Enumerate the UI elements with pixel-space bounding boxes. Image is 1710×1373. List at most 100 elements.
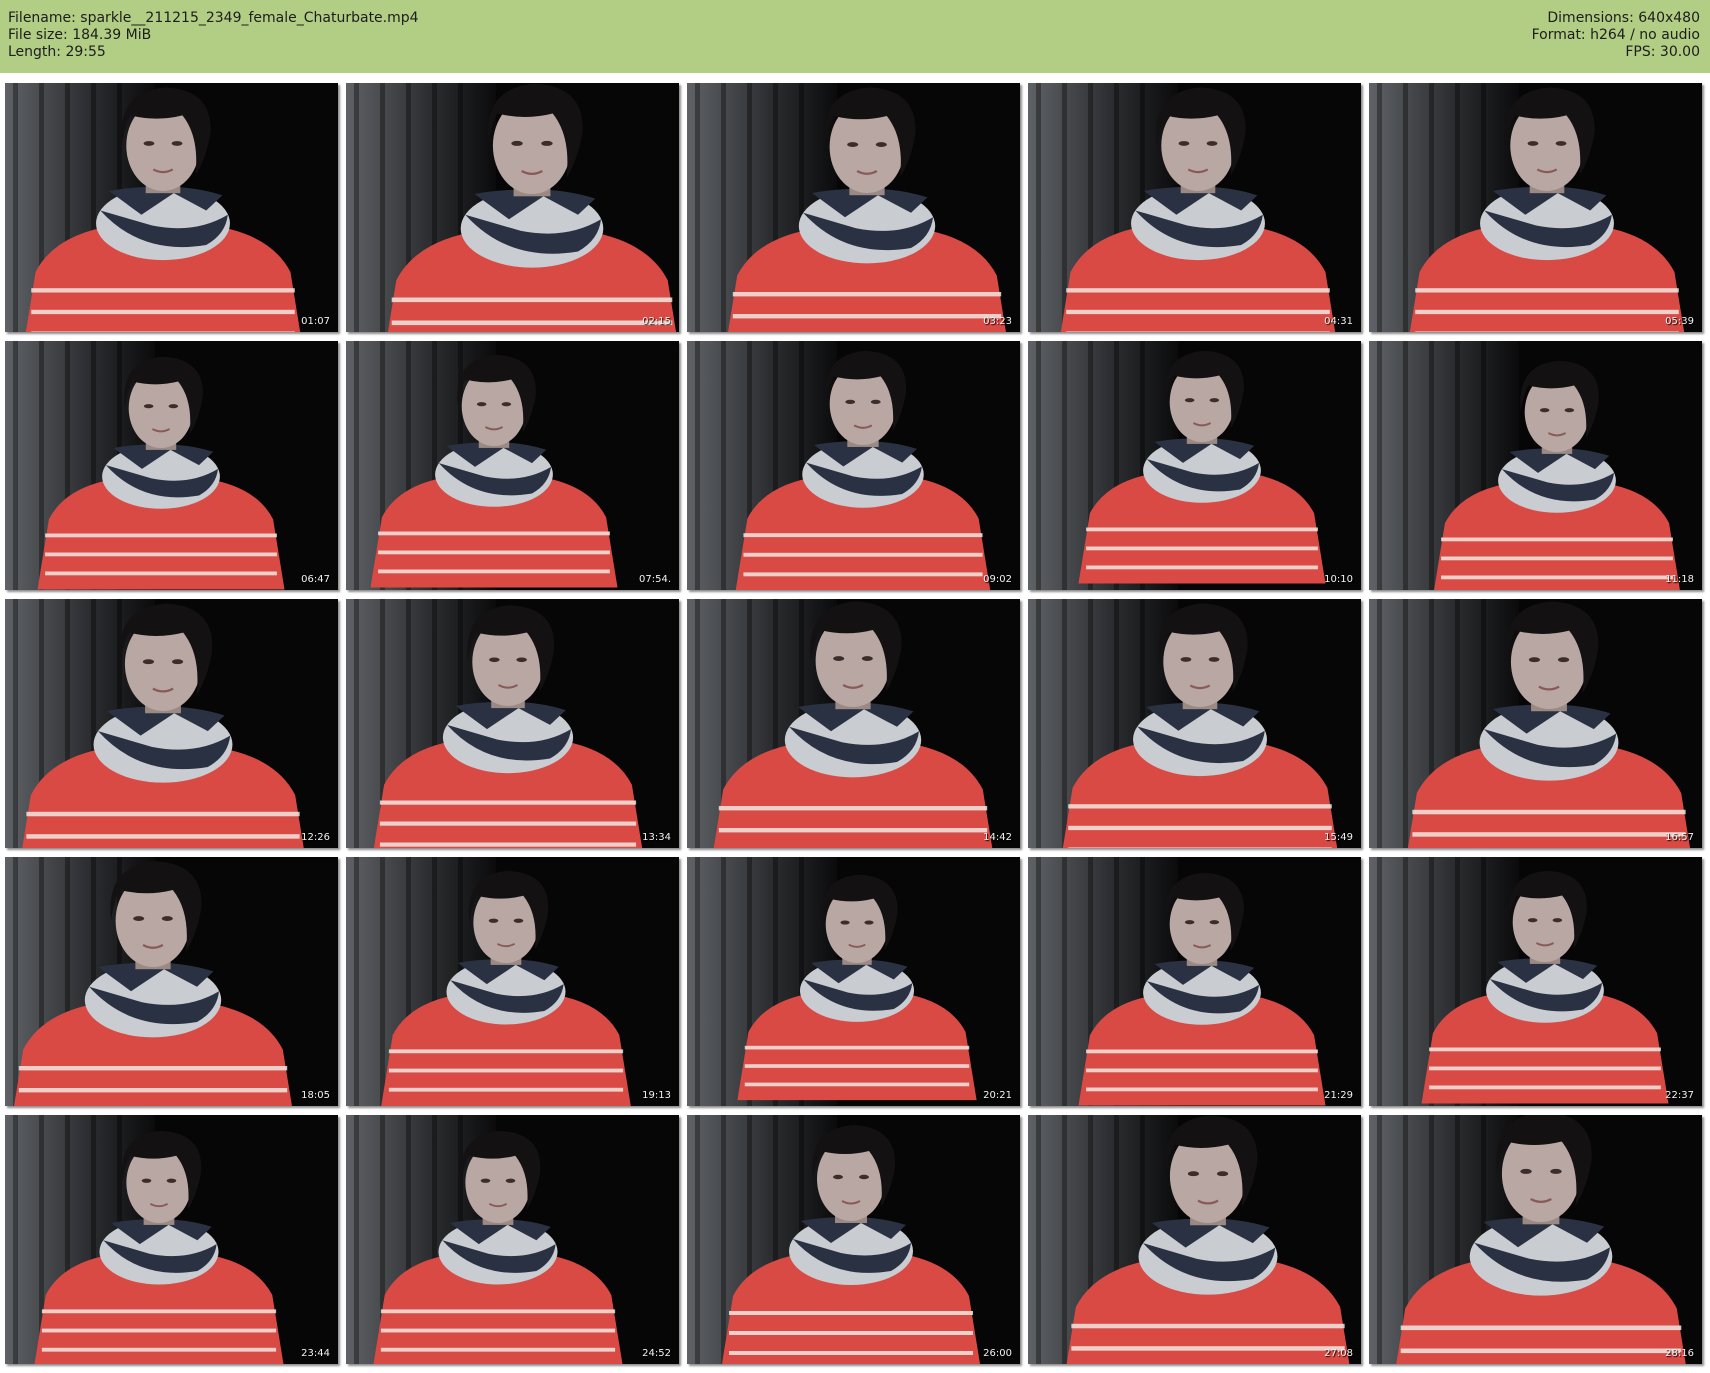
- thumbnail[interactable]: 24:52: [346, 1115, 679, 1364]
- sweater-band: [1071, 1323, 1345, 1329]
- thumbnail[interactable]: 07:54.: [346, 341, 679, 590]
- eye: [505, 1178, 516, 1183]
- eye: [143, 141, 155, 146]
- curtain-fold: [695, 1115, 700, 1364]
- frame-image: [1028, 341, 1361, 590]
- thumbnail[interactable]: 22:37: [1369, 857, 1702, 1106]
- sweater-band: [391, 320, 673, 326]
- timestamp-label: 02:15: [642, 316, 671, 327]
- eye: [1206, 141, 1218, 146]
- timestamp-label: 16:57: [1665, 832, 1694, 843]
- curtain-fold: [354, 1115, 359, 1364]
- thumbnail[interactable]: 12:26: [5, 599, 338, 848]
- timestamp-label: 04:31: [1324, 316, 1353, 327]
- curtain-fold: [1062, 341, 1067, 590]
- eye: [161, 916, 173, 922]
- thumbnail[interactable]: 13:34: [346, 599, 679, 848]
- sweater-band: [1415, 331, 1679, 332]
- curtain-fold: [1036, 857, 1041, 1106]
- sweater-band: [1071, 1346, 1345, 1351]
- sweater-band: [31, 309, 295, 315]
- eye: [1539, 408, 1550, 413]
- sweater-band: [388, 1068, 624, 1073]
- sweater-band: [1441, 556, 1673, 561]
- thumbnail[interactable]: 10:10: [1028, 341, 1361, 590]
- thumbnail[interactable]: 02:15: [346, 83, 679, 332]
- thumbnail[interactable]: 03:23: [687, 83, 1020, 332]
- timestamp-label: 23:44: [301, 1348, 330, 1359]
- sweater-band: [41, 1347, 277, 1352]
- thumbnail[interactable]: 20:21: [687, 857, 1020, 1106]
- thumbnail[interactable]: 27:08: [1028, 1115, 1361, 1364]
- sweater-band: [1441, 575, 1673, 580]
- eye: [133, 916, 145, 922]
- curtain-fold: [1062, 83, 1067, 332]
- sweater-band: [1086, 565, 1318, 570]
- curtain-fold: [695, 341, 700, 590]
- curtain-fold: [354, 341, 359, 590]
- eye: [488, 918, 499, 923]
- curtain-fold: [695, 83, 700, 332]
- timestamp-label: 18:05: [301, 1090, 330, 1101]
- eye: [501, 402, 512, 407]
- sweater-band: [45, 571, 277, 576]
- eye: [845, 399, 856, 405]
- thumbnail[interactable]: 15:49: [1028, 599, 1361, 848]
- thumbnail[interactable]: 06:47: [5, 341, 338, 590]
- frame-image: [687, 599, 1020, 848]
- thumbnail[interactable]: 21:29: [1028, 857, 1361, 1106]
- thumbnail-grid: 01:07 02:15 03:23 04:31 05:39 06:47 07:5…: [0, 0, 1710, 1373]
- thumbnail[interactable]: 01:07: [5, 83, 338, 332]
- timestamp-label: 07:54.: [639, 574, 671, 585]
- sweater-band: [732, 314, 1002, 319]
- sweater-band: [26, 811, 300, 817]
- thumbnail[interactable]: 28:16: [1369, 1115, 1702, 1364]
- thumbnail[interactable]: 23:44: [5, 1115, 338, 1364]
- curtain-fold: [695, 599, 700, 848]
- curtain-fold: [1429, 341, 1434, 590]
- sweater-band: [31, 331, 295, 332]
- frame-image: [1369, 83, 1702, 332]
- eye: [840, 920, 850, 925]
- frame-image: [5, 1115, 338, 1364]
- timestamp-label: 03:23: [983, 316, 1012, 327]
- eye: [1209, 398, 1220, 403]
- thumbnail[interactable]: 05:39: [1369, 83, 1702, 332]
- curtain-fold: [13, 599, 18, 848]
- timestamp-label: 21:29: [1324, 1090, 1353, 1101]
- thumbnail[interactable]: 14:42: [687, 599, 1020, 848]
- thumbnail[interactable]: 04:31: [1028, 83, 1361, 332]
- thumbnail[interactable]: 16:57: [1369, 599, 1702, 848]
- frame-image: [1028, 857, 1361, 1106]
- eye: [541, 140, 553, 146]
- frame-image: [5, 599, 338, 848]
- thumbnail[interactable]: 19:13: [346, 857, 679, 1106]
- sweater-band: [1086, 1068, 1318, 1073]
- eye: [847, 142, 859, 148]
- thumbnail[interactable]: 26:00: [687, 1115, 1020, 1364]
- thumbnail[interactable]: 11:18: [1369, 341, 1702, 590]
- curtain-fold: [1377, 857, 1382, 1106]
- timestamp-label: 12:26: [301, 832, 330, 843]
- timestamp-label: 11:18: [1665, 574, 1694, 585]
- curtain-fold: [1403, 83, 1408, 332]
- timestamp-label: 22:37: [1665, 1090, 1694, 1101]
- curtain-fold: [1377, 341, 1382, 590]
- sweater-band: [41, 1328, 277, 1333]
- frame-image: [346, 83, 679, 332]
- timestamp-label: 20:21: [983, 1090, 1012, 1101]
- eye: [1550, 1168, 1562, 1174]
- thumbnail[interactable]: 09:02: [687, 341, 1020, 590]
- frame-image: [687, 857, 1020, 1106]
- curtain-fold: [1377, 599, 1382, 848]
- thumbnail[interactable]: 18:05: [5, 857, 338, 1106]
- curtain-fold: [354, 599, 359, 848]
- frame-image: [1369, 1115, 1702, 1364]
- sweater-band: [1086, 1087, 1318, 1092]
- eye: [513, 918, 524, 923]
- sweater-band: [718, 806, 988, 811]
- timestamp-label: 14:42: [983, 832, 1012, 843]
- curtain-fold: [1036, 1115, 1041, 1364]
- curtain-fold: [1062, 857, 1067, 1106]
- curtain-fold: [354, 857, 359, 1106]
